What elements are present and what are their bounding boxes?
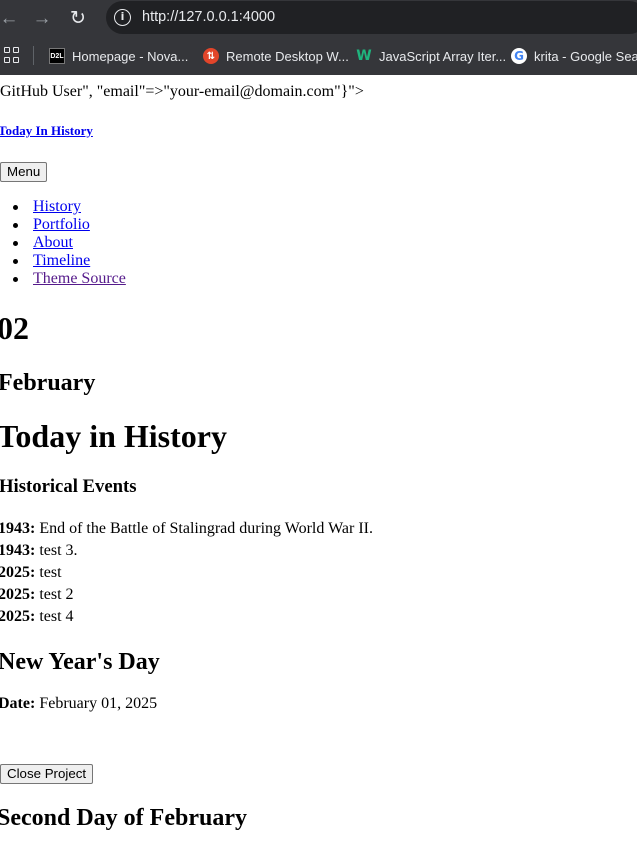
event-text: test 4 (35, 608, 74, 625)
bookmark-krita-search[interactable]: G krita - Google Search (511, 46, 637, 66)
bookmark-label: Homepage - Nova... (72, 48, 189, 64)
event-text: test (35, 564, 62, 581)
nav-link-about[interactable]: About (33, 234, 73, 251)
bookmark-homepage[interactable]: D2L Homepage - Nova... (49, 46, 188, 66)
event-item: 2025: test (0, 562, 373, 584)
event-year: 2025: (0, 564, 36, 581)
event-year: 1943: (0, 520, 36, 537)
nav-item-portfolio: Portfolio (0, 216, 126, 234)
back-arrow-icon[interactable]: ← (0, 5, 22, 31)
forward-arrow-icon[interactable]: → (29, 5, 55, 31)
nav-item-about: About (0, 234, 126, 252)
apps-grid-icon[interactable] (4, 47, 20, 63)
project-date-value: February 01, 2025 (35, 695, 158, 712)
event-item: 1943: test 3. (0, 540, 373, 562)
project-date: Date: February 01, 2025 (0, 694, 157, 714)
remote-desktop-icon: ⇅ (203, 48, 219, 64)
bookmark-label: Remote Desktop W... (226, 48, 349, 64)
bookmark-label: krita - Google Search (534, 48, 637, 64)
nav-link-timeline[interactable]: Timeline (33, 252, 90, 269)
nav-link-portfolio[interactable]: Portfolio (33, 216, 90, 233)
bookmark-remote-desktop[interactable]: ⇅ Remote Desktop W... (203, 46, 349, 66)
event-item: 2025: test 4 (0, 606, 373, 628)
page-content: GitHub User", "email"=>"your-email@domai… (0, 75, 637, 841)
event-year: 2025: (0, 586, 36, 603)
event-text: test 3. (35, 542, 78, 559)
close-project-button[interactable]: Close Project (0, 764, 94, 784)
project-date-label: Date: (0, 695, 36, 712)
browser-chrome: ← → ↻ i http://127.0.0.1:4000 D2L Homepa… (0, 0, 637, 75)
bookmarks-bar: D2L Homepage - Nova... ⇅ Remote Desktop … (0, 36, 637, 75)
event-text: End of the Battle of Stalingrad during W… (35, 520, 373, 537)
second-day-heading: Second Day of February (0, 805, 247, 831)
nav-link-theme-source[interactable]: Theme Source (33, 270, 126, 287)
d2l-icon: D2L (49, 48, 65, 64)
event-year: 2025: (0, 608, 36, 625)
bookmarks-separator (33, 46, 34, 65)
site-info-icon[interactable]: i (114, 9, 131, 26)
event-year: 1943: (0, 542, 36, 559)
nav-item-timeline: Timeline (0, 252, 126, 270)
address-bar[interactable]: i http://127.0.0.1:4000 (106, 1, 637, 34)
event-item: 2025: test 2 (0, 584, 373, 606)
page-title: Today in History (0, 418, 227, 454)
menu-button[interactable]: Menu (0, 162, 48, 182)
w3schools-icon: W (356, 48, 372, 64)
stray-template-text: GitHub User", "email"=>"your-email@domai… (0, 83, 364, 100)
event-item: 1943: End of the Battle of Stalingrad du… (0, 518, 373, 540)
nav-item-history: History (0, 198, 126, 216)
browser-toolbar: ← → ↻ i http://127.0.0.1:4000 (0, 0, 637, 36)
bookmark-javascript-array[interactable]: W JavaScript Array Iter... (356, 46, 506, 66)
day-heading: 02 (0, 310, 29, 346)
nav-item-theme-source: Theme Source (0, 270, 126, 288)
bookmark-label: JavaScript Array Iter... (379, 48, 507, 64)
nav-link-history[interactable]: History (33, 198, 81, 215)
events-heading: Historical Events (0, 476, 137, 497)
events-list: 1943: End of the Battle of Stalingrad du… (0, 518, 373, 628)
project-title: New Year's Day (0, 649, 160, 675)
site-title-link[interactable]: Today In History (0, 123, 93, 139)
url-text[interactable]: http://127.0.0.1:4000 (142, 9, 275, 25)
google-icon: G (511, 48, 527, 64)
main-nav: History Portfolio About Timeline Theme S… (0, 198, 126, 288)
month-heading: February (0, 370, 96, 396)
reload-icon[interactable]: ↻ (65, 5, 91, 31)
event-text: test 2 (35, 586, 74, 603)
